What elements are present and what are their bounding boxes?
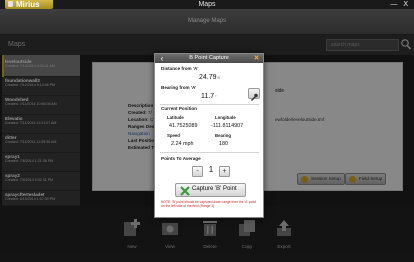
- latitude-value: 41.7525089: [169, 123, 198, 129]
- longitude-label: Longitude: [215, 115, 236, 120]
- current-position-label: Current Position: [161, 106, 197, 111]
- dialog-title: B Point Capture: [189, 55, 229, 61]
- capture-icon: [180, 186, 190, 196]
- capture-b-point-button[interactable]: Capture 'B' Point: [175, 183, 246, 197]
- dialog-header: ‹ B Point Capture ✕: [155, 54, 263, 63]
- latitude-label: Latitude: [167, 115, 184, 120]
- b-point-capture-dialog: ‹ B Point Capture ✕ Distance from 'A' 24…: [154, 53, 264, 218]
- points-to-average-label: Points To Average: [161, 156, 201, 161]
- distance-label: Distance from 'A': [161, 66, 199, 71]
- bearing-value: 180: [219, 141, 228, 147]
- divider: [160, 104, 259, 105]
- title-bar: Mirius Maps — X: [0, 0, 414, 9]
- close-window-button[interactable]: X: [403, 1, 408, 8]
- navigate-button[interactable]: [248, 88, 260, 101]
- points-value[interactable]: 1: [204, 165, 218, 174]
- bearing-from-a-label: Bearing from 'A': [161, 85, 197, 90]
- divider: [160, 152, 259, 153]
- bearing-label: Bearing: [215, 133, 231, 138]
- capture-b-point-label: Capture 'B' Point: [192, 186, 237, 192]
- speed-value: 2.24 mph: [171, 141, 194, 147]
- capture-note: NOTE: 'B' point should be captured down …: [161, 200, 257, 208]
- decrement-button[interactable]: -: [192, 166, 203, 177]
- distance-value: 24.79ft: [199, 74, 220, 81]
- increment-button[interactable]: +: [219, 166, 230, 177]
- close-icon[interactable]: ✕: [252, 54, 261, 63]
- speed-label: Speed: [167, 133, 180, 138]
- bearing-from-a-value: 11.7°: [201, 93, 217, 100]
- longitude-value: -111.8114907: [211, 123, 244, 129]
- window-controls: — X: [386, 0, 408, 9]
- wrench-icon: [251, 93, 258, 101]
- window-title: Maps: [198, 1, 216, 8]
- minimize-button[interactable]: —: [390, 1, 397, 8]
- app-window: Mirius Maps — X Manage Maps Maps levelou…: [0, 0, 414, 262]
